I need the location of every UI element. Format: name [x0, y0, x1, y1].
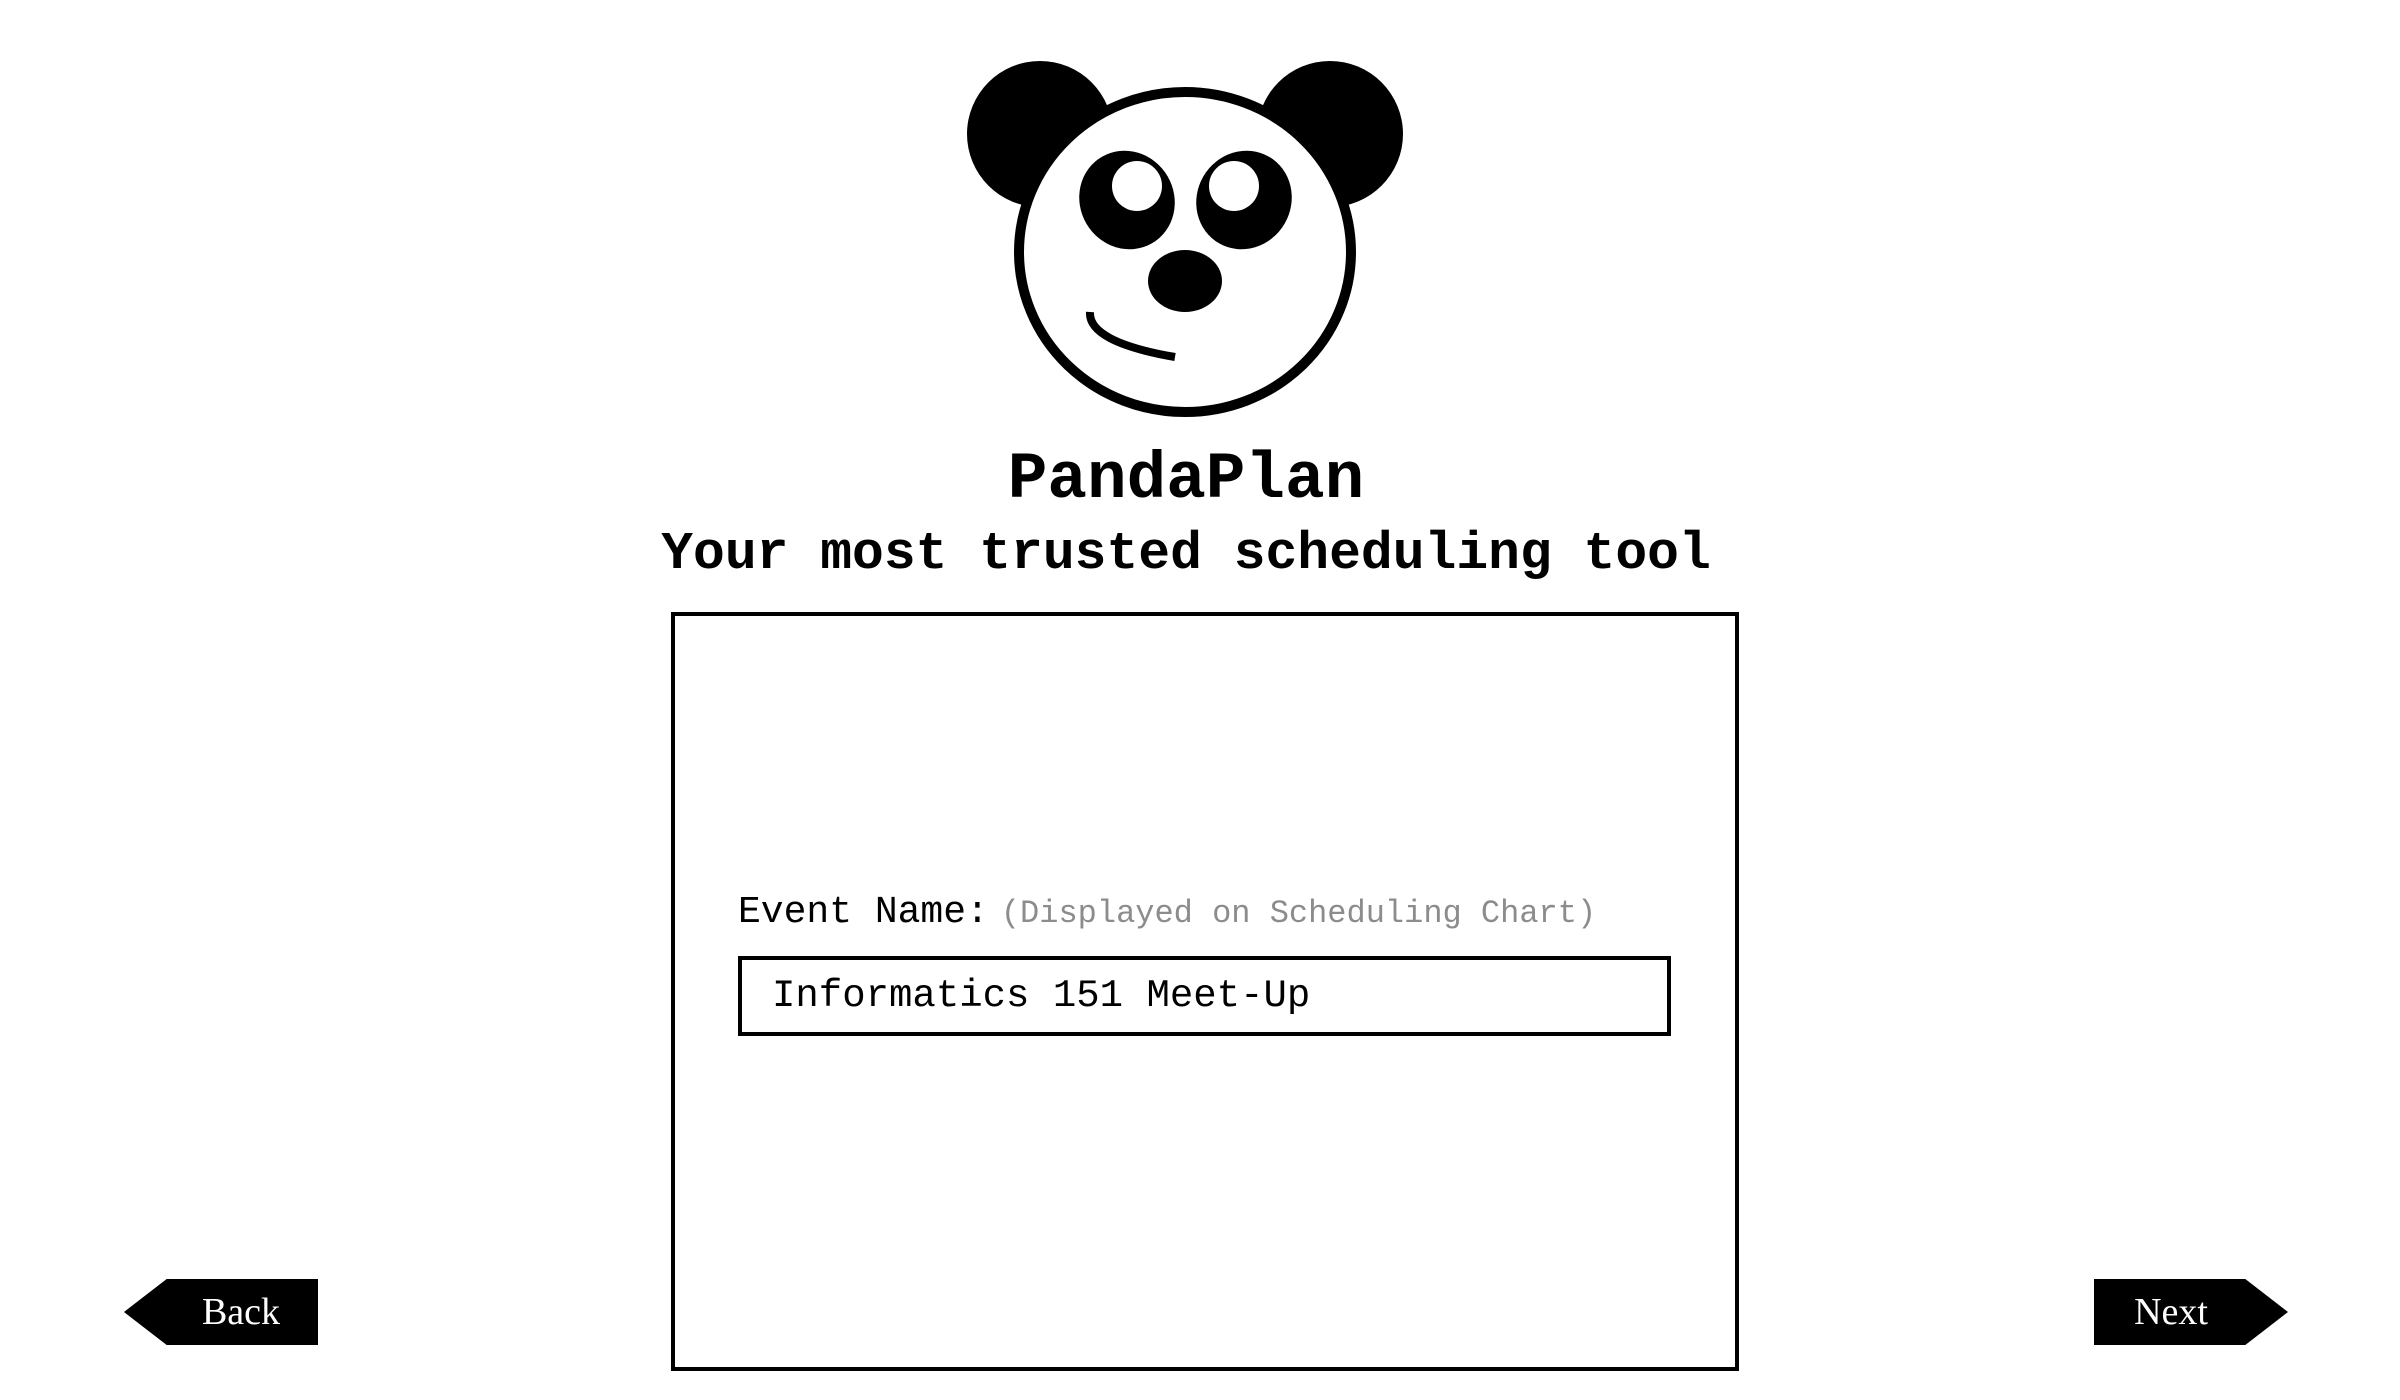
panda-right-eye — [1209, 161, 1259, 211]
app-title: PandaPlan — [1007, 442, 1365, 517]
back-button-label: Back — [201, 1291, 281, 1333]
event-form-card: Event Name: (Displayed on Scheduling Char… — [671, 612, 1739, 1371]
panda-logo-icon — [967, 61, 1403, 417]
event-name-label: Event Name: — [738, 891, 989, 934]
next-button[interactable]: Next — [2094, 1279, 2288, 1345]
panda-nose — [1148, 250, 1222, 312]
back-button[interactable]: Back — [124, 1279, 318, 1345]
event-name-hint: (Displayed on Scheduling Chart) — [1000, 895, 1597, 932]
event-name-label-row: Event Name: (Displayed on Scheduling Char… — [738, 891, 1596, 934]
app-tagline: Your most trusted scheduling tool — [661, 524, 1711, 584]
next-button-label: Next — [2134, 1291, 2208, 1333]
event-name-input[interactable] — [738, 956, 1671, 1036]
panda-left-eye — [1112, 161, 1162, 211]
